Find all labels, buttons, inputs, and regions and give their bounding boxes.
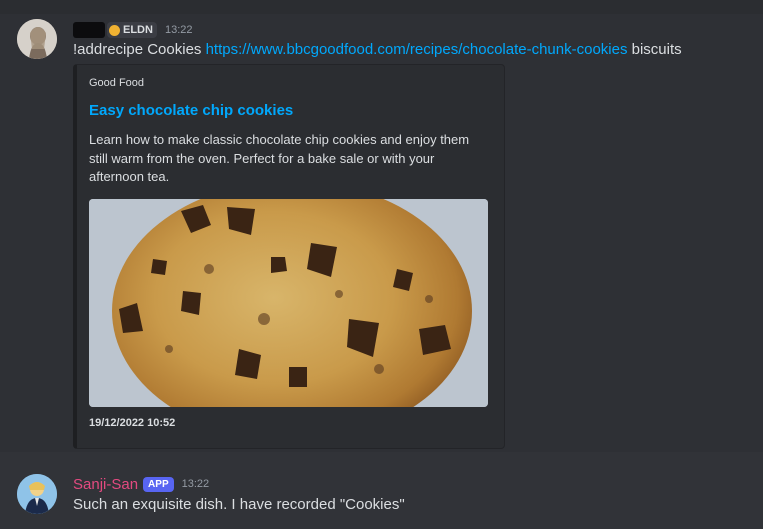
embed-description: Learn how to make classic chocolate chip…	[89, 132, 470, 184]
message-2-timestamp[interactable]: 13:22	[182, 478, 210, 490]
user-avatar-2[interactable]	[17, 474, 57, 514]
cookie-image	[89, 199, 488, 407]
message-1-content: !addrecipe Cookies https://www.bbcgoodfo…	[73, 41, 682, 58]
embed-title[interactable]: Easy chocolate chip cookies	[89, 102, 293, 119]
user-avatar-1[interactable]	[17, 19, 57, 59]
role-tag-label: ELDN	[123, 24, 153, 36]
bot-username[interactable]: Sanji-San	[73, 476, 138, 493]
role-badge-icon	[109, 24, 120, 36]
message-1-header: ELDN 13:22	[73, 20, 192, 40]
recipe-link[interactable]: https://www.bbcgoodfood.com/recipes/choc…	[206, 41, 628, 58]
link-embed: Good Food Easy chocolate chip cookies Le…	[73, 64, 505, 449]
message-1-text-after: biscuits	[627, 41, 682, 58]
embed-image[interactable]	[89, 199, 488, 407]
message-1-timestamp[interactable]: 13:22	[165, 24, 193, 36]
avatar-1-image	[17, 19, 57, 59]
message-2-header: Sanji-San APP 13:22	[73, 474, 209, 494]
message-1-text-before: !addrecipe Cookies	[73, 41, 206, 58]
message-2-content: Such an exquisite dish. I have recorded …	[73, 496, 405, 513]
avatar-2-image	[17, 474, 57, 514]
app-badge: APP	[143, 476, 174, 492]
embed-provider[interactable]: Good Food	[89, 77, 144, 89]
embed-footer-timestamp: 19/12/2022 10:52	[89, 417, 176, 429]
redacted-username[interactable]	[73, 22, 105, 38]
role-tag[interactable]: ELDN	[107, 22, 157, 38]
